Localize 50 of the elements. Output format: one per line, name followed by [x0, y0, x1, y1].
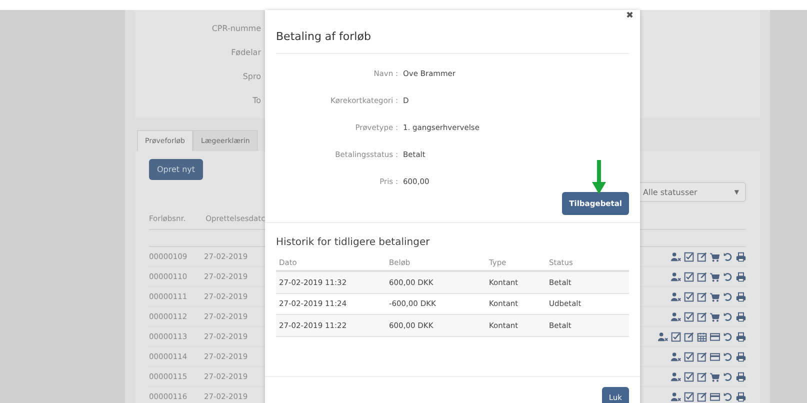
field-label: Spro [242, 72, 261, 81]
checkbox-icon[interactable] [684, 392, 694, 402]
checkbox-icon[interactable] [684, 372, 694, 382]
print-icon[interactable] [736, 272, 746, 282]
checkbox-icon[interactable] [671, 332, 681, 342]
edit-icon[interactable] [697, 352, 707, 362]
credit-card-icon[interactable] [710, 352, 720, 362]
edit-icon[interactable] [697, 372, 707, 382]
user-remove-icon[interactable] [671, 392, 681, 402]
field-label: Fødelar [231, 48, 261, 57]
calendar-icon[interactable] [697, 332, 707, 342]
print-icon[interactable] [736, 352, 746, 362]
edit-icon[interactable] [697, 292, 707, 302]
user-remove-icon[interactable] [671, 252, 681, 262]
edit-icon[interactable] [697, 272, 707, 282]
edit-icon[interactable] [684, 332, 694, 342]
checkbox-icon[interactable] [684, 352, 694, 362]
checkbox-icon[interactable] [684, 272, 694, 282]
cart-icon[interactable] [710, 312, 720, 322]
user-remove-icon[interactable] [671, 352, 681, 362]
cart-icon[interactable] [710, 272, 720, 282]
checkbox-icon[interactable] [684, 312, 694, 322]
dialog-title: Betaling af forløb [276, 30, 372, 43]
print-icon[interactable] [736, 332, 746, 342]
credit-card-icon[interactable] [710, 392, 720, 402]
cart-icon[interactable] [710, 292, 720, 302]
close-button[interactable]: ✖ [626, 10, 634, 20]
user-remove-icon[interactable] [671, 292, 681, 302]
print-icon[interactable] [736, 292, 746, 302]
create-button[interactable]: Opret nyt [149, 159, 204, 180]
print-icon[interactable] [736, 252, 746, 262]
cart-icon[interactable] [710, 252, 720, 262]
edit-icon[interactable] [697, 392, 707, 402]
user-remove-icon[interactable] [671, 312, 681, 322]
user-remove-icon[interactable] [658, 332, 668, 342]
user-remove-icon[interactable] [671, 272, 681, 282]
print-icon[interactable] [736, 312, 746, 322]
user-remove-icon[interactable] [671, 372, 681, 382]
print-icon[interactable] [736, 372, 746, 382]
cart-icon[interactable] [710, 372, 720, 382]
credit-card-icon[interactable] [710, 332, 720, 342]
edit-icon[interactable] [697, 312, 707, 322]
checkbox-icon[interactable] [684, 252, 694, 262]
section-title: Historik for tidligere betalinger [276, 237, 431, 248]
field-label: CPR-numme [212, 24, 261, 33]
checkbox-icon[interactable] [684, 292, 694, 302]
print-icon[interactable] [736, 392, 746, 402]
edit-icon[interactable] [697, 252, 707, 262]
arrow-drawing [592, 160, 606, 194]
field-label: To [252, 96, 261, 105]
